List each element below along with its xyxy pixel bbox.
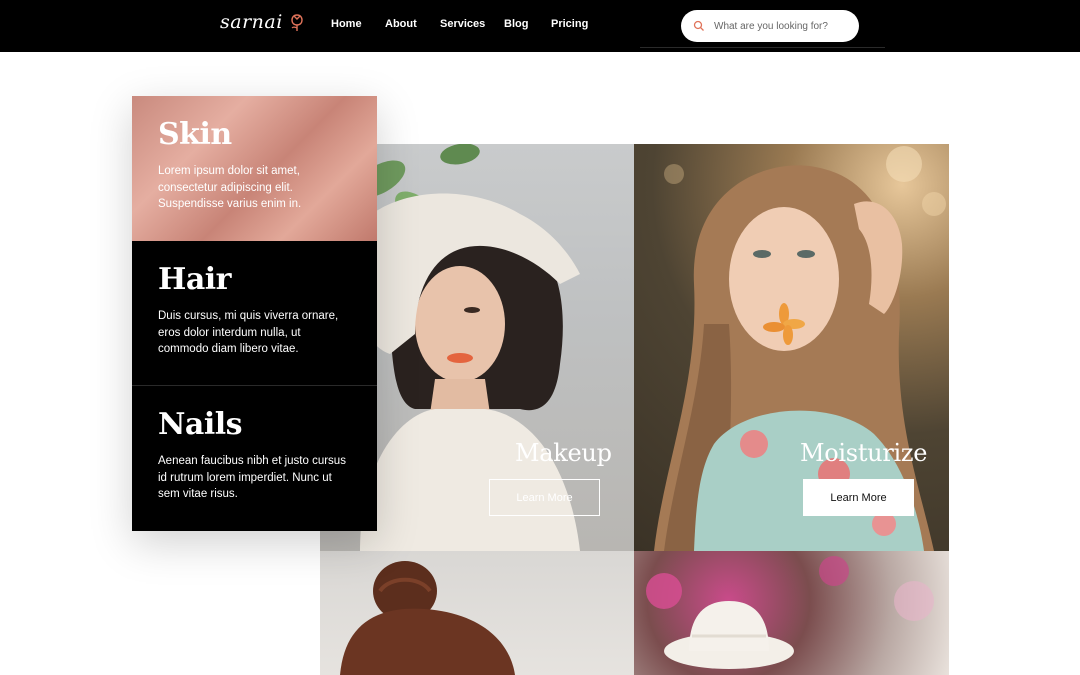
hair-bun-illustration	[340, 561, 515, 675]
flower-icon	[291, 14, 303, 31]
nav-about[interactable]: About	[385, 18, 417, 30]
nav-home[interactable]: Home	[331, 18, 362, 30]
nails-description: Aenean faucibus nibh et justo cursus id …	[158, 455, 346, 500]
nails-panel: Nails Aenean faucibus nibh et justo curs…	[132, 386, 377, 531]
moisturize-photo: Moisturize Learn More	[634, 144, 949, 551]
nails-title: Nails	[158, 407, 243, 442]
makeup-learn-more-button[interactable]: Learn More	[489, 479, 600, 516]
moisturize-learn-more-button[interactable]: Learn More	[803, 479, 914, 516]
hat-photo	[634, 551, 949, 675]
search-box	[681, 10, 859, 42]
hair-bun-photo	[320, 551, 634, 675]
site-header: sarnai Home About Services Blog Pricing	[0, 0, 1080, 52]
hair-title: Hair	[158, 262, 232, 297]
nav-services[interactable]: Services	[440, 18, 485, 30]
hair-panel: Hair Duis cursus, mi quis viverra ornare…	[132, 241, 377, 386]
hair-description: Duis cursus, mi quis viverra ornare, ero…	[158, 310, 339, 355]
logo-text: sarnai	[220, 11, 283, 33]
skin-description: Lorem ipsum dolor sit amet, consectetur …	[158, 165, 302, 210]
skin-panel: Skin Lorem ipsum dolor sit amet, consect…	[132, 96, 377, 241]
moisturize-title: Moisturize	[800, 439, 928, 467]
logo[interactable]: sarnai	[220, 11, 306, 33]
nav-blog[interactable]: Blog	[504, 18, 528, 30]
makeup-title: Makeup	[515, 439, 612, 467]
hat-illustration	[646, 556, 934, 669]
services-card: Skin Lorem ipsum dolor sit amet, consect…	[132, 96, 377, 531]
header-divider	[640, 47, 885, 48]
search-icon[interactable]	[693, 20, 705, 32]
search-input[interactable]	[714, 20, 854, 32]
nav-pricing[interactable]: Pricing	[551, 18, 588, 30]
skin-title: Skin	[158, 117, 232, 152]
